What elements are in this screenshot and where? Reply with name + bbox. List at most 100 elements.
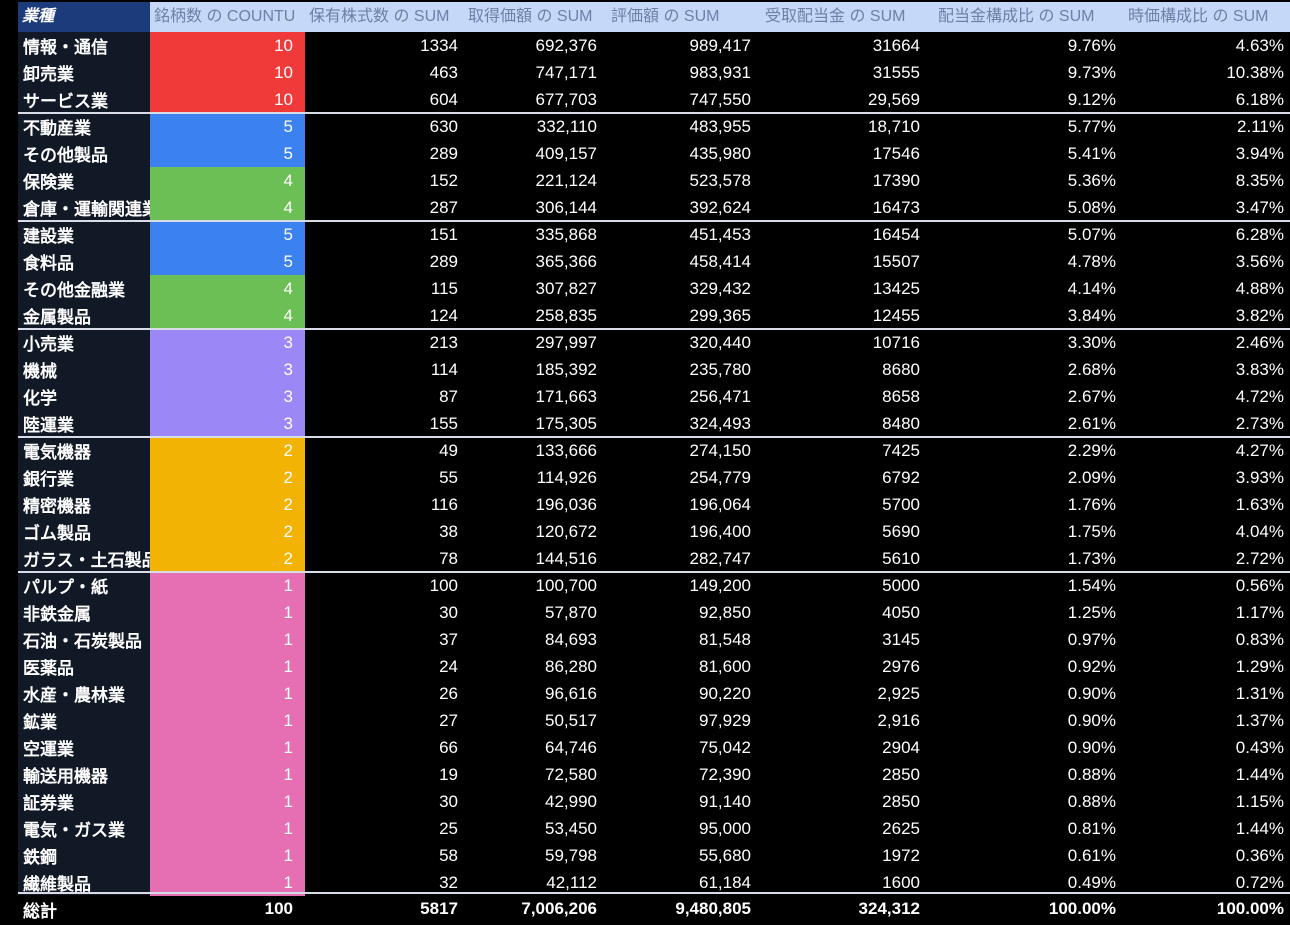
shares-cell[interactable]: 58	[305, 842, 464, 869]
mkt-ratio-cell[interactable]: 4.63%	[1124, 32, 1290, 59]
dividend-cell[interactable]: 5700	[761, 491, 934, 518]
shares-cell[interactable]: 100	[305, 572, 464, 599]
shares-cell[interactable]: 213	[305, 329, 464, 356]
table-row[interactable]: 空運業 1 66 64,746 75,042 2904 0.90% 0.43%	[18, 734, 1290, 761]
value-cell[interactable]: 55,680	[607, 842, 761, 869]
value-cell[interactable]: 196,064	[607, 491, 761, 518]
cost-cell[interactable]: 307,827	[464, 275, 607, 302]
count-cell[interactable]: 1	[150, 842, 305, 869]
sector-cell[interactable]: その他金融業	[18, 275, 150, 302]
dividend-cell[interactable]: 2976	[761, 653, 934, 680]
cost-cell[interactable]: 175,305	[464, 410, 607, 437]
shares-cell[interactable]: 30	[305, 788, 464, 815]
mkt-ratio-cell[interactable]: 1.29%	[1124, 653, 1290, 680]
cost-cell[interactable]: 297,997	[464, 329, 607, 356]
shares-cell[interactable]: 87	[305, 383, 464, 410]
table-row[interactable]: サービス業 10 604 677,703 747,550 29,569 9.12% 6.18%	[18, 86, 1290, 113]
dividend-cell[interactable]: 2904	[761, 734, 934, 761]
div-ratio-cell[interactable]: 2.68%	[934, 356, 1124, 383]
cost-cell[interactable]: 72,580	[464, 761, 607, 788]
cost-cell[interactable]: 86,280	[464, 653, 607, 680]
cost-cell[interactable]: 332,110	[464, 113, 607, 140]
div-ratio-cell[interactable]: 0.90%	[934, 680, 1124, 707]
shares-cell[interactable]: 38	[305, 518, 464, 545]
dividend-cell[interactable]: 5610	[761, 545, 934, 572]
value-cell[interactable]: 256,471	[607, 383, 761, 410]
cost-cell[interactable]: 185,392	[464, 356, 607, 383]
shares-cell[interactable]: 27	[305, 707, 464, 734]
count-cell[interactable]: 10	[150, 59, 305, 86]
cost-cell[interactable]: 365,366	[464, 248, 607, 275]
value-cell[interactable]: 9,480,805	[607, 895, 761, 923]
count-cell[interactable]: 1	[150, 761, 305, 788]
cost-cell[interactable]: 96,616	[464, 680, 607, 707]
mkt-ratio-cell[interactable]: 0.56%	[1124, 572, 1290, 599]
shares-cell[interactable]: 66	[305, 734, 464, 761]
value-cell[interactable]: 149,200	[607, 572, 761, 599]
sector-cell[interactable]: ガラス・土石製品	[18, 545, 150, 572]
dividend-cell[interactable]: 8658	[761, 383, 934, 410]
dividend-cell[interactable]: 8680	[761, 356, 934, 383]
count-cell[interactable]: 5	[150, 113, 305, 140]
table-row[interactable]: 医薬品 1 24 86,280 81,600 2976 0.92% 1.29%	[18, 653, 1290, 680]
header-cell-1[interactable]: 銘柄数 の COUNTU	[150, 2, 305, 32]
dividend-cell[interactable]: 10716	[761, 329, 934, 356]
dividend-cell[interactable]: 324,312	[761, 895, 934, 923]
div-ratio-cell[interactable]: 0.97%	[934, 626, 1124, 653]
shares-cell[interactable]: 124	[305, 302, 464, 329]
sector-cell[interactable]: 卸売業	[18, 59, 150, 86]
cost-cell[interactable]: 196,036	[464, 491, 607, 518]
dividend-cell[interactable]: 2625	[761, 815, 934, 842]
shares-cell[interactable]: 49	[305, 437, 464, 464]
value-cell[interactable]: 97,929	[607, 707, 761, 734]
sector-cell[interactable]: 食料品	[18, 248, 150, 275]
div-ratio-cell[interactable]: 0.90%	[934, 707, 1124, 734]
div-ratio-cell[interactable]: 0.88%	[934, 788, 1124, 815]
mkt-ratio-cell[interactable]: 2.46%	[1124, 329, 1290, 356]
value-cell[interactable]: 435,980	[607, 140, 761, 167]
cost-cell[interactable]: 144,516	[464, 545, 607, 572]
count-cell[interactable]: 1	[150, 653, 305, 680]
sector-cell[interactable]: パルプ・紙	[18, 572, 150, 599]
table-row[interactable]: 鉄鋼 1 58 59,798 55,680 1972 0.61% 0.36%	[18, 842, 1290, 869]
value-cell[interactable]: 483,955	[607, 113, 761, 140]
sector-cell[interactable]: 証券業	[18, 788, 150, 815]
dividend-cell[interactable]: 16473	[761, 194, 934, 221]
value-cell[interactable]: 75,042	[607, 734, 761, 761]
cost-cell[interactable]: 133,666	[464, 437, 607, 464]
table-row[interactable]: 非鉄金属 1 30 57,870 92,850 4050 1.25% 1.17%	[18, 599, 1290, 626]
cost-cell[interactable]: 114,926	[464, 464, 607, 491]
value-cell[interactable]: 320,440	[607, 329, 761, 356]
cost-cell[interactable]: 59,798	[464, 842, 607, 869]
value-cell[interactable]: 95,000	[607, 815, 761, 842]
sector-cell[interactable]: 保険業	[18, 167, 150, 194]
table-row[interactable]: 機械 3 114 185,392 235,780 8680 2.68% 3.83%	[18, 356, 1290, 383]
div-ratio-cell[interactable]: 0.81%	[934, 815, 1124, 842]
value-cell[interactable]: 451,453	[607, 221, 761, 248]
count-cell[interactable]: 5	[150, 221, 305, 248]
count-cell[interactable]: 5	[150, 140, 305, 167]
table-row[interactable]: 小売業 3 213 297,997 320,440 10716 3.30% 2.46%	[18, 329, 1290, 356]
cost-cell[interactable]: 747,171	[464, 59, 607, 86]
div-ratio-cell[interactable]: 5.77%	[934, 113, 1124, 140]
div-ratio-cell[interactable]: 2.61%	[934, 410, 1124, 437]
shares-cell[interactable]: 114	[305, 356, 464, 383]
div-ratio-cell[interactable]: 5.07%	[934, 221, 1124, 248]
shares-cell[interactable]: 289	[305, 140, 464, 167]
dividend-cell[interactable]: 31664	[761, 32, 934, 59]
shares-cell[interactable]: 115	[305, 275, 464, 302]
shares-cell[interactable]: 25	[305, 815, 464, 842]
sector-cell[interactable]: 倉庫・運輸関連業	[18, 194, 150, 221]
count-cell[interactable]: 10	[150, 32, 305, 59]
div-ratio-cell[interactable]: 4.14%	[934, 275, 1124, 302]
count-cell[interactable]: 4	[150, 275, 305, 302]
count-cell[interactable]: 1	[150, 626, 305, 653]
dividend-cell[interactable]: 3145	[761, 626, 934, 653]
header-cell-6[interactable]: 配当金構成比 の SUM	[934, 2, 1124, 32]
table-row[interactable]: 金属製品 4 124 258,835 299,365 12455 3.84% 3.82%	[18, 302, 1290, 329]
sector-cell[interactable]: 輸送用機器	[18, 761, 150, 788]
mkt-ratio-cell[interactable]: 4.88%	[1124, 275, 1290, 302]
mkt-ratio-cell[interactable]: 8.35%	[1124, 167, 1290, 194]
table-row[interactable]: その他金融業 4 115 307,827 329,432 13425 4.14% 4.88%	[18, 275, 1290, 302]
div-ratio-cell[interactable]: 1.25%	[934, 599, 1124, 626]
